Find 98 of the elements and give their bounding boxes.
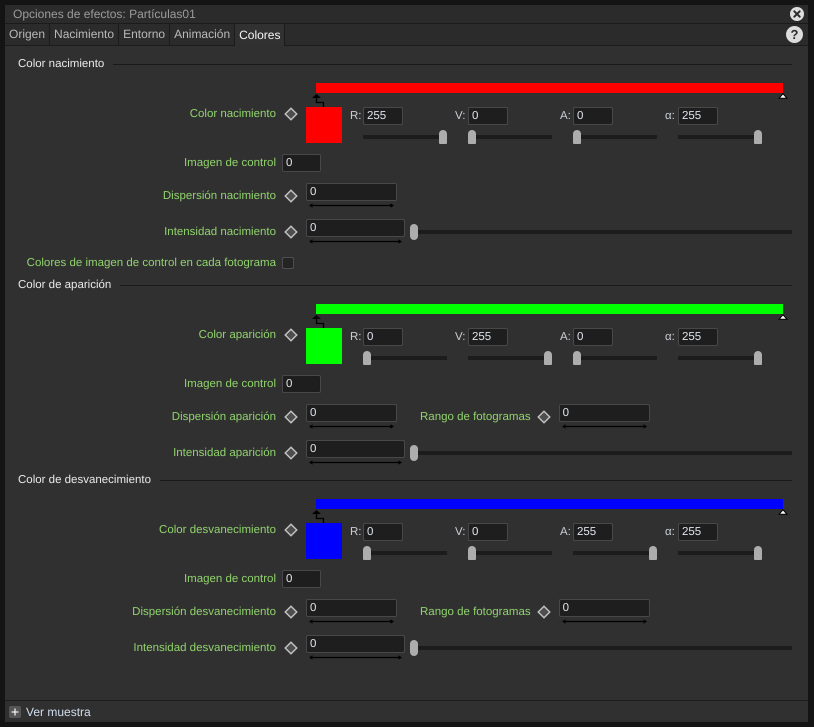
channel-label: A: bbox=[560, 526, 572, 538]
value-field[interactable]: 0 bbox=[306, 635, 405, 653]
plus-icon bbox=[9, 706, 21, 718]
channel-label: R: bbox=[350, 526, 362, 538]
slider-thumb[interactable] bbox=[468, 546, 476, 560]
value-field[interactable]: 255 bbox=[678, 523, 718, 541]
color-gradient-bar[interactable] bbox=[316, 83, 783, 93]
window-title: Opciones de efectos: Partículas01 bbox=[13, 7, 197, 21]
field-label: Imagen de control bbox=[182, 156, 276, 170]
channel-label: V: bbox=[455, 110, 466, 122]
keyframe-diamond-icon[interactable] bbox=[284, 640, 298, 654]
slider-thumb[interactable] bbox=[410, 444, 418, 460]
channel-label: α: bbox=[665, 331, 676, 343]
field-label: Intensidad aparición bbox=[172, 446, 276, 460]
color-swatch[interactable] bbox=[306, 328, 342, 364]
field-label: Imagen de control bbox=[182, 572, 276, 586]
field-label: Dispersión desvanecimiento bbox=[131, 604, 276, 618]
keyframe-diamond-icon[interactable] bbox=[284, 328, 298, 342]
channel-label: R: bbox=[350, 331, 362, 343]
value-field[interactable]: 0 bbox=[573, 107, 613, 125]
show-preview-toggle[interactable]: Ver muestra bbox=[9, 704, 91, 718]
keyframe-diamond-icon[interactable] bbox=[284, 523, 298, 537]
value-field[interactable]: 0 bbox=[558, 404, 650, 422]
value-field[interactable]: 0 bbox=[306, 599, 397, 617]
tab[interactable]: Colores bbox=[235, 24, 286, 46]
keyframe-diamond-icon[interactable] bbox=[284, 604, 298, 618]
keyframe-diamond-icon[interactable] bbox=[284, 224, 298, 238]
field-label: Colores de imagen de control en cada fotograma bbox=[26, 256, 276, 270]
keyframe-diamond-icon[interactable] bbox=[536, 410, 551, 424]
field-label: Color nacimiento bbox=[188, 107, 276, 121]
channel-label: A: bbox=[560, 110, 572, 122]
value-field[interactable]: 0 bbox=[363, 328, 403, 346]
value-field[interactable]: 0 bbox=[306, 183, 397, 201]
keyframe-diamond-icon[interactable] bbox=[284, 188, 298, 202]
slider-thumb[interactable] bbox=[754, 130, 762, 144]
field-label: Rango de fotogramas bbox=[420, 410, 531, 424]
keyframe-diamond-icon[interactable] bbox=[284, 410, 298, 424]
section-title: Color de desvanecimiento bbox=[18, 474, 151, 486]
field-label: Intensidad nacimiento bbox=[163, 224, 276, 238]
slider-thumb[interactable] bbox=[363, 546, 371, 560]
field-label: Rango de fotogramas bbox=[420, 604, 531, 618]
field-label: Dispersión nacimiento bbox=[162, 188, 276, 202]
value-field[interactable]: 0 bbox=[468, 107, 508, 125]
value-field[interactable]: 255 bbox=[363, 107, 403, 125]
field-label: Intensidad desvanecimiento bbox=[132, 640, 276, 654]
close-icon[interactable] bbox=[790, 7, 804, 21]
field-label: Dispersión aparición bbox=[170, 410, 276, 424]
stop-marker-icon[interactable] bbox=[310, 509, 326, 523]
value-field[interactable]: 0 bbox=[282, 154, 321, 172]
channel-label: V: bbox=[455, 526, 466, 538]
value-field[interactable]: 0 bbox=[363, 523, 403, 541]
channel-label: V: bbox=[455, 331, 466, 343]
stop-marker-icon[interactable] bbox=[310, 93, 326, 107]
help-button[interactable]: ? bbox=[786, 26, 803, 43]
channel-label: A: bbox=[560, 331, 572, 343]
stop-marker-icon[interactable] bbox=[310, 314, 326, 328]
slider-thumb[interactable] bbox=[754, 546, 762, 560]
section-title: Color nacimiento bbox=[18, 58, 104, 70]
slider-thumb[interactable] bbox=[544, 351, 552, 365]
slider-thumb[interactable] bbox=[649, 546, 657, 560]
value-field[interactable]: 0 bbox=[306, 404, 397, 422]
color-swatch[interactable] bbox=[306, 107, 342, 143]
color-gradient-bar[interactable] bbox=[316, 304, 783, 314]
section-title: Color de aparición bbox=[18, 279, 112, 291]
field-label: Color aparición bbox=[198, 328, 276, 342]
checkbox[interactable] bbox=[282, 257, 294, 269]
color-swatch[interactable] bbox=[306, 523, 342, 559]
value-field[interactable]: 255 bbox=[678, 328, 718, 346]
value-field[interactable]: 0 bbox=[282, 570, 321, 588]
keyframe-diamond-icon[interactable] bbox=[284, 446, 298, 460]
value-field[interactable]: 0 bbox=[573, 328, 613, 346]
keyframe-diamond-icon[interactable] bbox=[536, 604, 551, 618]
slider-thumb[interactable] bbox=[573, 130, 581, 144]
stop-marker-icon[interactable] bbox=[778, 93, 788, 99]
value-field[interactable]: 255 bbox=[573, 523, 613, 541]
value-field[interactable]: 0 bbox=[282, 375, 321, 393]
value-field[interactable]: 255 bbox=[678, 107, 718, 125]
field-label: Imagen de control bbox=[182, 377, 276, 391]
color-gradient-bar[interactable] bbox=[316, 499, 783, 509]
slider-thumb[interactable] bbox=[468, 130, 476, 144]
channel-label: α: bbox=[665, 526, 676, 538]
channel-label: R: bbox=[350, 110, 362, 122]
value-field[interactable]: 0 bbox=[468, 523, 508, 541]
field-label: Color desvanecimiento bbox=[158, 523, 276, 537]
slider-thumb[interactable] bbox=[439, 130, 447, 144]
value-field[interactable]: 255 bbox=[468, 328, 508, 346]
value-field[interactable]: 0 bbox=[306, 219, 405, 237]
slider-thumb[interactable] bbox=[573, 351, 581, 365]
slider-thumb[interactable] bbox=[410, 640, 418, 656]
value-field[interactable]: 0 bbox=[306, 440, 405, 458]
keyframe-diamond-icon[interactable] bbox=[284, 107, 298, 121]
slider-thumb[interactable] bbox=[410, 224, 418, 240]
slider-thumb[interactable] bbox=[363, 351, 371, 365]
channel-label: α: bbox=[665, 110, 676, 122]
slider-thumb[interactable] bbox=[754, 351, 762, 365]
value-field[interactable]: 0 bbox=[558, 599, 650, 617]
stop-marker-icon[interactable] bbox=[778, 509, 788, 515]
stop-marker-icon[interactable] bbox=[778, 314, 788, 320]
